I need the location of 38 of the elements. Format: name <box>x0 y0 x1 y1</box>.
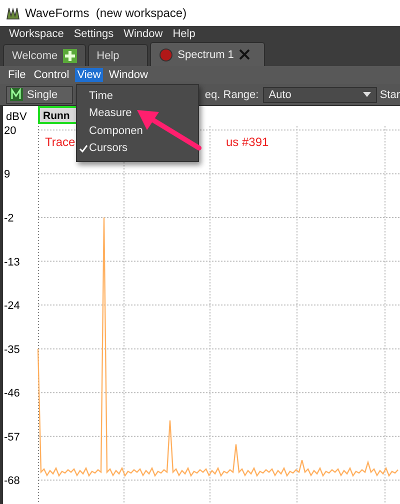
menu-item[interactable]: Measure <box>77 104 198 122</box>
axis-label: -35 <box>4 344 20 356</box>
menu-item[interactable]: Help <box>172 28 196 40</box>
tab[interactable]: Welcome <box>3 44 86 66</box>
start-label: Star <box>380 88 400 100</box>
axis-label: -24 <box>4 300 20 312</box>
trace-label: Trace <box>45 135 76 149</box>
app-logo-icon <box>6 6 20 20</box>
plus-icon[interactable] <box>62 48 77 62</box>
menu-item[interactable]: Control <box>32 68 72 82</box>
axis-label: 9 <box>4 168 10 181</box>
axis-label: -13 <box>4 256 20 268</box>
record-icon <box>158 48 173 62</box>
menu-item[interactable]: Window <box>106 68 150 82</box>
axis-label: -68 <box>4 475 20 488</box>
trace-label: us #391 <box>226 135 269 149</box>
range-dropdown[interactable]: Auto <box>262 86 377 102</box>
axis-label: 20 <box>4 124 16 137</box>
menu-item[interactable]: View <box>75 68 103 82</box>
menu-item[interactable]: Cursors <box>77 140 198 157</box>
tab[interactable]: Spectrum 1 <box>150 42 265 66</box>
menu-item[interactable]: Settings <box>74 28 114 40</box>
unit-label: dBV <box>6 111 27 123</box>
axis-label: -46 <box>4 388 20 400</box>
range-label: eq. Range: <box>204 88 259 100</box>
caret-icon <box>362 92 371 97</box>
menu-item[interactable]: Time <box>77 87 198 104</box>
close-icon[interactable] <box>238 49 250 60</box>
menu-item[interactable]: Workspace <box>9 28 64 40</box>
menu-item[interactable]: Window <box>124 28 163 40</box>
menu-item[interactable]: File <box>6 68 28 82</box>
axis-label: -57 <box>4 431 20 444</box>
waveform-icon <box>10 88 23 101</box>
single-button[interactable]: Single <box>6 86 73 104</box>
tab[interactable]: Help <box>88 44 148 66</box>
window-title: WaveForms (new workspace) <box>25 6 187 20</box>
axis-label: -2 <box>4 212 14 225</box>
menu-item[interactable]: Componen <box>77 122 198 140</box>
